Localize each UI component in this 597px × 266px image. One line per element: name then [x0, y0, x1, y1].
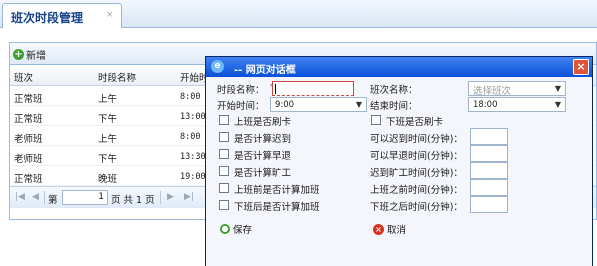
calc-absence-label: 是否计算旷工 [234, 168, 292, 179]
add-button-label: 新增 [26, 50, 46, 62]
check-out-required-checkbox[interactable] [371, 115, 381, 125]
late-absence-input[interactable] [470, 162, 508, 179]
cell-start: 13:00 [180, 112, 206, 122]
cell-shift: 正常班 [14, 114, 43, 125]
browser-icon: e [211, 60, 224, 73]
plus-circle-icon: + [13, 48, 24, 60]
calc-early-leave-checkbox[interactable] [219, 149, 229, 159]
calc-absence-checkbox[interactable] [219, 166, 229, 176]
start-time-value: 9:00 [275, 100, 295, 110]
end-time-label: 结束时间： [370, 101, 418, 112]
late-absence-label: 迟到旷工时间(分钟)： [370, 168, 463, 179]
page-number-input[interactable]: 1 [62, 190, 108, 205]
cell-segment: 上午 [98, 134, 118, 145]
before-work-label: 上班之前时间(分钟)： [370, 185, 463, 196]
cell-segment: 下午 [98, 154, 118, 165]
cell-start: 19:00 [180, 172, 206, 182]
page-count-text: 页 共 1 页 [111, 195, 155, 206]
dialog-title: -- 网页对话框 [234, 65, 296, 76]
cancel-button[interactable]: × 取消 [373, 222, 406, 236]
end-time-value: 18:00 [473, 100, 498, 110]
tab-bar: 班次时段管理 × [0, 0, 597, 28]
pager-divider [160, 191, 161, 204]
before-work-input[interactable] [470, 179, 508, 196]
tab-shift-time-management[interactable]: 班次时段管理 × [2, 3, 122, 28]
cell-shift: 老师班 [14, 154, 43, 165]
dialog-body: 时段名称： * 班次名称： 选择班次 ▼ 开始时间： 9:00 ▼ 结束时间： … [206, 77, 592, 266]
page-label: 第 [48, 195, 58, 206]
after-work-input[interactable] [470, 196, 508, 213]
cell-start: 8:00 [180, 132, 201, 142]
cell-segment: 晚班 [98, 174, 118, 185]
shift-name-label: 班次名称： [370, 85, 418, 96]
cancel-button-label: 取消 [387, 225, 407, 236]
overtime-before-label: 上班前是否计算加班 [234, 185, 320, 196]
end-time-select[interactable]: 18:00 ▼ [468, 97, 566, 112]
column-header-shift[interactable]: 班次 [14, 70, 33, 84]
web-page-dialog: e -- 网页对话框 × 时段名称： * 班次名称： 选择班次 ▼ 开始时间： … [205, 56, 593, 266]
cell-shift: 正常班 [14, 94, 43, 105]
text-caret [275, 84, 276, 94]
next-page-icon[interactable]: ▶ [167, 192, 174, 202]
cell-start: 8:00 [180, 92, 201, 102]
start-time-select[interactable]: 9:00 ▼ [270, 97, 367, 112]
chevron-down-icon: ▼ [355, 100, 363, 109]
overtime-after-checkbox[interactable] [219, 200, 229, 210]
chevron-down-icon: ▼ [554, 100, 562, 109]
close-icon[interactable]: × [573, 59, 589, 75]
check-in-required-label: 上班是否刷卡 [234, 117, 292, 128]
cell-shift: 正常班 [14, 174, 43, 185]
save-button[interactable]: ● 保存 [220, 222, 252, 236]
check-in-required-checkbox[interactable] [219, 115, 229, 125]
column-header-segment-name[interactable]: 时段名称 [98, 70, 136, 84]
check-out-required-label: 下班是否刷卡 [386, 117, 444, 128]
pager-divider [44, 191, 45, 204]
start-time-label: 开始时间： [217, 101, 265, 112]
add-button[interactable]: + 新增 [13, 47, 46, 62]
allowed-late-input[interactable] [470, 128, 508, 145]
cell-segment: 上午 [98, 94, 118, 105]
chevron-down-icon: ▼ [554, 84, 562, 93]
cell-shift: 老师班 [14, 134, 43, 145]
after-work-label: 下班之后时间(分钟)： [370, 202, 463, 213]
cell-segment: 下午 [98, 114, 118, 125]
allowed-early-label: 可以早退时间(分钟)： [370, 151, 463, 162]
tab-title: 班次时段管理 [11, 11, 84, 25]
allowed-early-input[interactable] [470, 145, 508, 162]
allowed-late-label: 可以迟到时间(分钟)： [370, 134, 463, 145]
calc-early-leave-label: 是否计算早退 [234, 151, 292, 162]
save-icon: ● [220, 224, 230, 234]
last-page-icon[interactable]: ▶| [184, 192, 194, 202]
shift-name-select[interactable]: 选择班次 ▼ [468, 81, 566, 97]
segment-name-label: 时段名称： [217, 85, 265, 96]
segment-name-input[interactable] [272, 81, 354, 96]
overtime-before-checkbox[interactable] [219, 183, 229, 193]
tab-close-icon[interactable]: × [106, 10, 114, 20]
overtime-after-label: 下班后是否计算加班 [234, 202, 320, 213]
cell-start: 13:30 [180, 152, 206, 162]
calc-late-label: 是否计算迟到 [234, 134, 292, 145]
cancel-icon: × [373, 223, 384, 235]
prev-page-icon[interactable]: ◀ [32, 192, 39, 202]
first-page-icon[interactable]: |◀ [15, 192, 25, 202]
calc-late-checkbox[interactable] [219, 132, 229, 142]
save-button-label: 保存 [233, 225, 253, 236]
shift-name-placeholder: 选择班次 [473, 86, 512, 97]
dialog-title-bar[interactable]: e -- 网页对话框 × [206, 57, 592, 77]
